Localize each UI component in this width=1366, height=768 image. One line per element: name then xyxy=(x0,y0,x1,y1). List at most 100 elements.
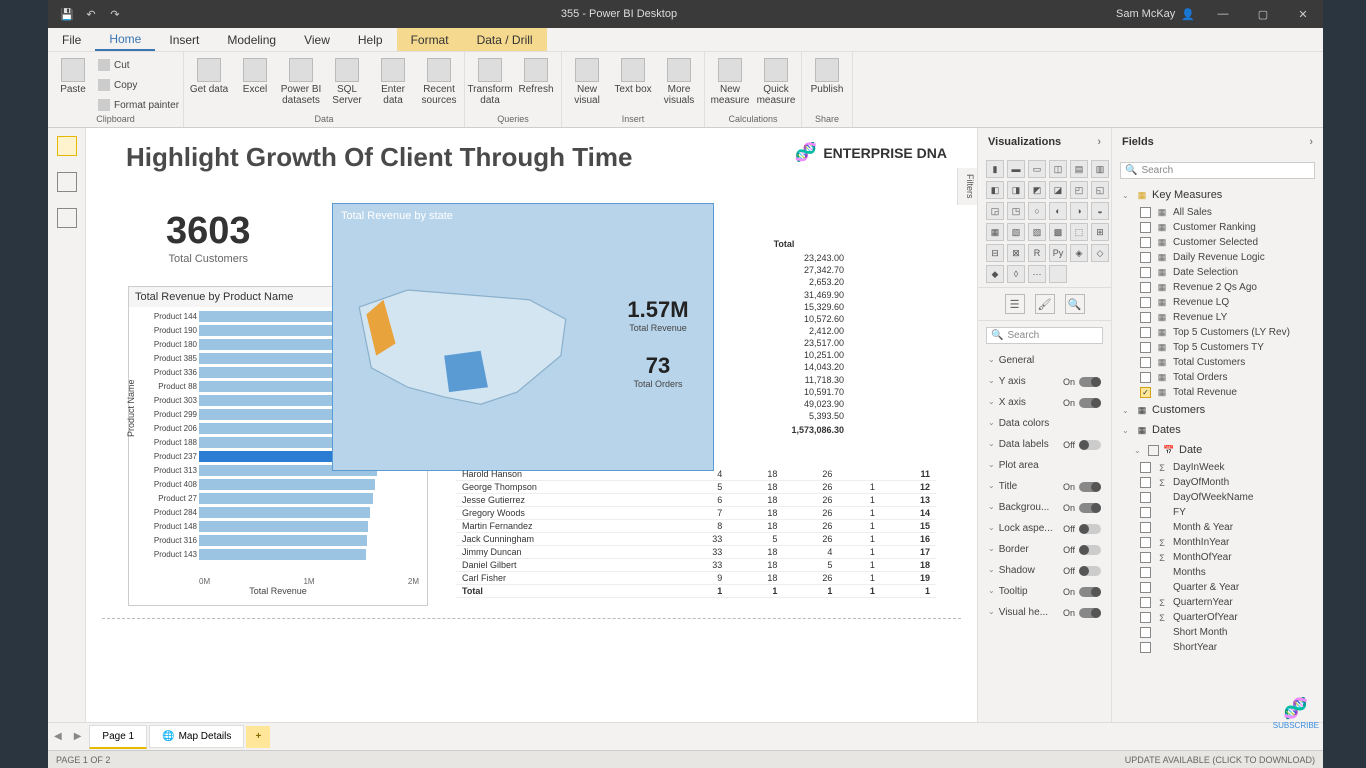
table-row[interactable]: Jimmy Duncan33184117 xyxy=(456,546,936,559)
card-total-customers[interactable]: 3603 Total Customers xyxy=(166,210,251,265)
add-page-button[interactable]: + xyxy=(246,726,270,748)
format-painter-button[interactable]: Format painter xyxy=(98,96,179,114)
field-item[interactable]: ▦Customer Ranking xyxy=(1112,220,1323,235)
field-item[interactable]: ▦Revenue LY xyxy=(1112,310,1323,325)
format-section[interactable]: ⌄Lock aspe...Off xyxy=(978,518,1111,539)
paste-button[interactable]: Paste xyxy=(52,54,94,95)
viz-type-button[interactable]: ▦ xyxy=(986,223,1004,241)
format-section[interactable]: ⌄ShadowOff xyxy=(978,560,1111,581)
redo-icon[interactable]: ↷ xyxy=(108,7,122,21)
field-item[interactable]: ▦All Sales xyxy=(1112,205,1323,220)
viz-type-button[interactable]: ◰ xyxy=(1070,181,1088,199)
get-data-button[interactable]: Get data xyxy=(188,54,230,95)
new-measure-button[interactable]: New measure xyxy=(709,54,751,106)
recent-sources-button[interactable]: Recent sources xyxy=(418,54,460,106)
viz-type-button[interactable]: ⬚ xyxy=(1070,223,1088,241)
viz-type-button[interactable]: ▩ xyxy=(1049,223,1067,241)
data-view-button[interactable] xyxy=(57,172,77,192)
table-row[interactable]: George Thompson51826112 xyxy=(456,481,936,494)
close-button[interactable]: ✕ xyxy=(1283,0,1323,28)
field-item[interactable]: ▦Customer Selected xyxy=(1112,235,1323,250)
sql-server-button[interactable]: SQL Server xyxy=(326,54,368,106)
transform-data-button[interactable]: Transform data xyxy=(469,54,511,106)
fields-search[interactable]: 🔍Search xyxy=(1120,162,1315,179)
viz-type-button[interactable]: ▤ xyxy=(1070,160,1088,178)
field-item[interactable]: ΣQuarterOfYear xyxy=(1112,610,1323,625)
viz-type-button[interactable]: ◧ xyxy=(986,181,1004,199)
format-section[interactable]: ⌄Visual he...On xyxy=(978,602,1111,623)
field-item[interactable]: ✓▦Total Revenue xyxy=(1112,385,1323,400)
viz-type-button[interactable] xyxy=(1049,265,1067,283)
table-row[interactable]: Carl Fisher91826119 xyxy=(456,572,936,585)
text-box-button[interactable]: Text box xyxy=(612,54,654,95)
bar-row[interactable]: Product 408 xyxy=(199,477,419,491)
customer-table[interactable]: Harold Hanson4182611George Thompson51826… xyxy=(456,468,936,598)
field-item[interactable]: ▦Top 5 Customers TY xyxy=(1112,340,1323,355)
tab-modeling[interactable]: Modeling xyxy=(213,28,290,51)
fields-tab-icon[interactable]: ☰ xyxy=(1005,294,1025,314)
field-item[interactable]: ▦Daily Revenue Logic xyxy=(1112,250,1323,265)
field-item[interactable]: ΣDayInWeek xyxy=(1112,460,1323,475)
field-item[interactable]: ▦Total Customers xyxy=(1112,355,1323,370)
format-section[interactable]: ⌄Backgrou...On xyxy=(978,497,1111,518)
table-row[interactable]: Harold Hanson4182611 xyxy=(456,468,936,481)
excel-button[interactable]: Excel xyxy=(234,54,276,95)
viz-type-button[interactable]: ⊟ xyxy=(986,244,1004,262)
report-canvas[interactable]: Highlight Growth Of Client Through Time … xyxy=(86,128,977,722)
format-section[interactable]: ⌄BorderOff xyxy=(978,539,1111,560)
undo-icon[interactable]: ↶ xyxy=(84,7,98,21)
viz-type-button[interactable]: ▭ xyxy=(1028,160,1046,178)
format-search[interactable]: 🔍Search xyxy=(986,327,1103,344)
viz-type-button[interactable]: ◫ xyxy=(1049,160,1067,178)
bar-row[interactable]: Product 27 xyxy=(199,491,419,505)
field-item[interactable]: ▦Revenue 2 Qs Ago xyxy=(1112,280,1323,295)
format-section[interactable]: ⌄TitleOn xyxy=(978,476,1111,497)
field-item[interactable]: ΣDayOfMonth xyxy=(1112,475,1323,490)
format-section[interactable]: ⌄X axisOn xyxy=(978,392,1111,413)
collapse-fields-icon[interactable]: › xyxy=(1309,136,1313,148)
format-section[interactable]: ⌄Y axisOn xyxy=(978,371,1111,392)
bar-row[interactable]: Product 284 xyxy=(199,505,419,519)
field-item[interactable]: DayOfWeekName xyxy=(1112,490,1323,505)
hierarchy-date[interactable]: ⌄📅Date xyxy=(1112,440,1323,460)
format-section[interactable]: ⌄Data labelsOff xyxy=(978,434,1111,455)
page-next-button[interactable]: ▶ xyxy=(68,731,88,742)
field-item[interactable]: Months xyxy=(1112,565,1323,580)
update-link[interactable]: UPDATE AVAILABLE (CLICK TO DOWNLOAD) xyxy=(1125,755,1315,765)
filters-pane-toggle[interactable]: Filters xyxy=(957,168,977,205)
table-key-measures[interactable]: ⌄▦Key Measures xyxy=(1112,185,1323,205)
viz-type-button[interactable]: ⊞ xyxy=(1091,223,1109,241)
bar-row[interactable]: Product 143 xyxy=(199,547,419,561)
maximize-button[interactable]: ▢ xyxy=(1243,0,1283,28)
viz-type-button[interactable]: R xyxy=(1028,244,1046,262)
table-row[interactable]: Jesse Gutierrez61826113 xyxy=(456,494,936,507)
viz-type-button[interactable]: ▨ xyxy=(1028,223,1046,241)
viz-type-button[interactable]: ◑ xyxy=(1070,202,1088,220)
viz-type-button[interactable]: ◆ xyxy=(986,265,1004,283)
viz-type-button[interactable]: ◪ xyxy=(1049,181,1067,199)
field-item[interactable]: ▦Total Orders xyxy=(1112,370,1323,385)
table-row[interactable]: Daniel Gilbert33185118 xyxy=(456,559,936,572)
field-item[interactable]: FY xyxy=(1112,505,1323,520)
minimize-button[interactable]: — xyxy=(1203,0,1243,28)
format-section[interactable]: ⌄General xyxy=(978,350,1111,371)
viz-type-button[interactable]: ▮ xyxy=(986,160,1004,178)
viz-type-button[interactable]: ◈ xyxy=(1070,244,1088,262)
page-tab-1[interactable]: Page 1 xyxy=(89,725,147,749)
format-section[interactable]: ⌄Plot area xyxy=(978,455,1111,476)
viz-type-button[interactable]: ⊠ xyxy=(1007,244,1025,262)
field-item[interactable]: ΣMonthOfYear xyxy=(1112,550,1323,565)
viz-type-button[interactable]: ◲ xyxy=(986,202,1004,220)
tab-format[interactable]: Format xyxy=(397,28,463,51)
field-item[interactable]: ▦Top 5 Customers (LY Rev) xyxy=(1112,325,1323,340)
new-visual-button[interactable]: New visual xyxy=(566,54,608,106)
user-label[interactable]: Sam McKay👤 xyxy=(1116,8,1203,21)
format-section[interactable]: ⌄TooltipOn xyxy=(978,581,1111,602)
page-tab-map-details[interactable]: 🌐Map Details xyxy=(149,725,244,748)
bar-row[interactable]: Product 316 xyxy=(199,533,419,547)
page-prev-button[interactable]: ◀ xyxy=(48,731,68,742)
viz-type-button[interactable]: ◐ xyxy=(1049,202,1067,220)
viz-type-button[interactable]: ◳ xyxy=(1007,202,1025,220)
field-item[interactable]: ▦Revenue LQ xyxy=(1112,295,1323,310)
tab-home[interactable]: Home xyxy=(95,28,155,51)
